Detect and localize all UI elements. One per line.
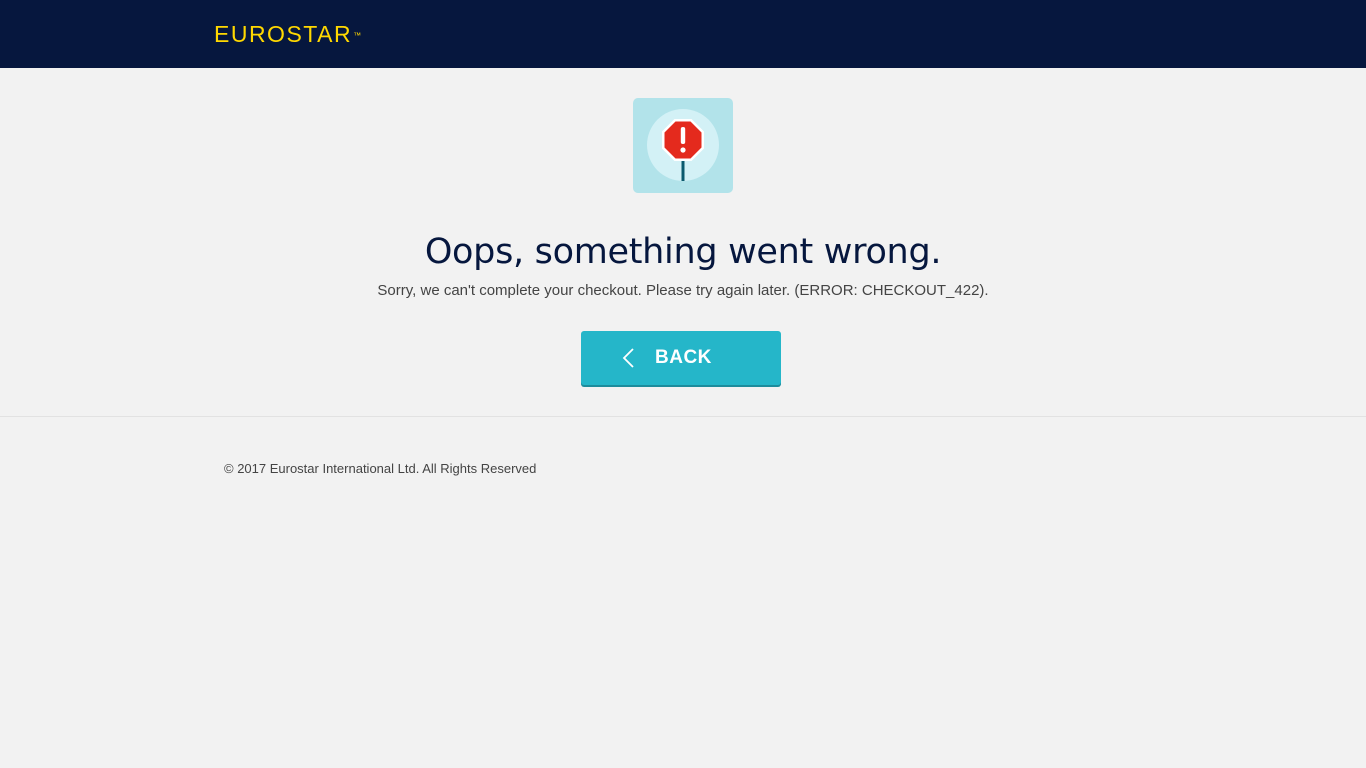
back-button[interactable]: BACK — [581, 331, 781, 385]
logo-text: EUROSTAR — [214, 21, 353, 47]
trademark-mark: ™ — [353, 31, 362, 40]
footer-divider — [0, 416, 1366, 417]
chevron-left-icon — [622, 348, 634, 368]
site-header: EUROSTAR™ — [0, 0, 1366, 68]
stop-sign-warning-icon — [633, 98, 733, 193]
eurostar-logo[interactable]: EUROSTAR™ — [214, 20, 361, 48]
error-message: Sorry, we can't complete your checkout. … — [377, 282, 989, 299]
copyright-text: © 2017 Eurostar International Ltd. All R… — [224, 461, 537, 476]
error-title: Oops, something went wrong. — [424, 232, 942, 272]
back-button-label: BACK — [655, 347, 712, 368]
